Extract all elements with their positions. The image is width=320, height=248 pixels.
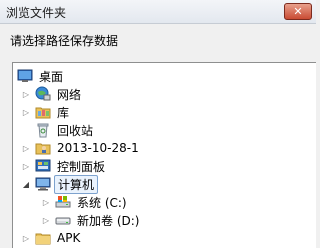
close-icon: ✕ bbox=[293, 5, 303, 18]
tree-item-control-panel[interactable]: 控制面板 bbox=[35, 157, 108, 175]
tree-item-computer[interactable]: 计算机 bbox=[35, 174, 99, 194]
tree-item-label: 计算机 bbox=[54, 174, 99, 194]
close-button[interactable]: ✕ bbox=[284, 3, 312, 20]
expand-arrow-icon[interactable]: ▷ bbox=[21, 157, 31, 175]
tree-item-label: 桌面 bbox=[39, 69, 64, 84]
tree-item-label: 系统 (C:) bbox=[77, 195, 127, 210]
computer-icon bbox=[35, 177, 51, 191]
recycle-bin-icon bbox=[37, 123, 49, 138]
expand-arrow-icon[interactable]: ▷ bbox=[41, 193, 51, 211]
expand-arrow-icon[interactable]: ▷ bbox=[41, 211, 51, 229]
expand-arrow-icon[interactable]: ▷ bbox=[21, 229, 31, 247]
expand-arrow-icon[interactable]: ▷ bbox=[21, 103, 31, 121]
tree-item-libraries[interactable]: 库 bbox=[35, 103, 72, 121]
collapse-arrow-icon[interactable]: ◢ bbox=[21, 175, 31, 193]
drive-icon bbox=[55, 217, 71, 225]
folder-tree[interactable]: 桌面 ▷ 网络 ▷ 库 回收站 ▷ 2013-10-28-1 ▷ 控制面板 ◢ … bbox=[12, 62, 316, 248]
title-bar: 浏览文件夹 ✕ bbox=[0, 0, 316, 24]
desktop-icon bbox=[17, 69, 33, 82]
system-drive-icon bbox=[55, 196, 71, 208]
folder-icon bbox=[35, 233, 51, 245]
tree-item-label: 控制面板 bbox=[57, 159, 106, 174]
user-folder-icon bbox=[35, 143, 51, 155]
prompt-text: 请选择路径保存数据 bbox=[10, 34, 119, 48]
window-title: 浏览文件夹 bbox=[6, 6, 67, 20]
tree-item-label: APK bbox=[57, 231, 81, 245]
tree-item-user-folder[interactable]: 2013-10-28-1 bbox=[35, 139, 142, 157]
tree-item-network[interactable]: 网络 bbox=[35, 85, 84, 103]
tree-item-label: 2013-10-28-1 bbox=[57, 141, 139, 155]
tree-item-drive-d[interactable]: 新加卷 (D:) bbox=[55, 211, 142, 229]
tree-item-label: 网络 bbox=[57, 87, 82, 102]
tree-item-recycle-bin[interactable]: 回收站 bbox=[35, 121, 96, 139]
tree-item-drive-c[interactable]: 系统 (C:) bbox=[55, 193, 130, 211]
control-panel-icon bbox=[35, 159, 51, 172]
network-icon bbox=[35, 86, 51, 101]
library-icon bbox=[35, 107, 51, 119]
tree-item-label: 库 bbox=[57, 105, 70, 120]
tree-item-label: 新加卷 (D:) bbox=[77, 213, 140, 228]
expand-arrow-icon[interactable]: ▷ bbox=[21, 85, 31, 103]
tree-item-desktop[interactable]: 桌面 bbox=[17, 67, 66, 85]
expand-arrow-icon[interactable]: ▷ bbox=[21, 139, 31, 157]
tree-item-apk[interactable]: APK bbox=[35, 229, 83, 247]
tree-item-label: 回收站 bbox=[57, 123, 94, 138]
